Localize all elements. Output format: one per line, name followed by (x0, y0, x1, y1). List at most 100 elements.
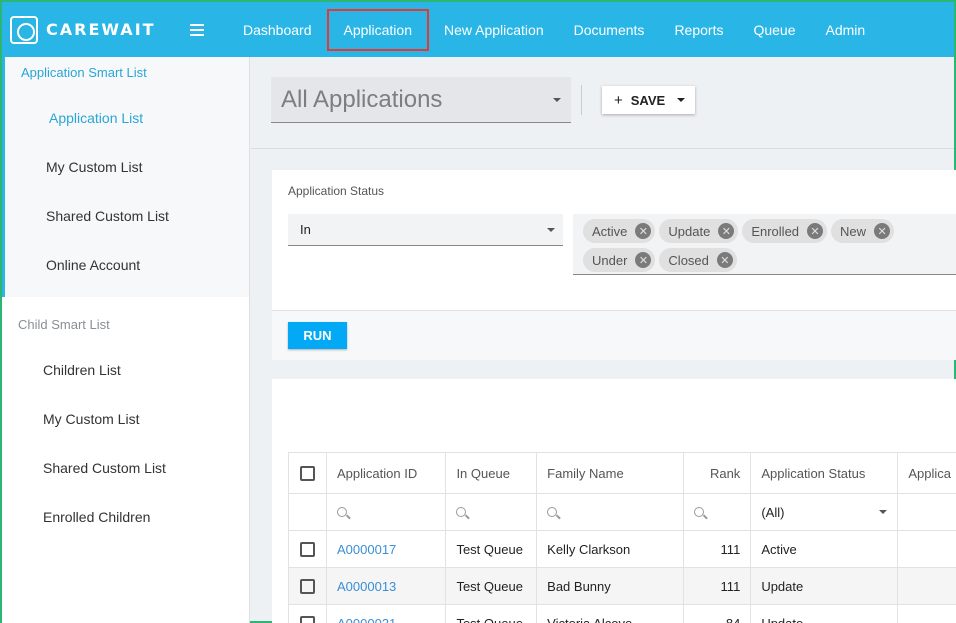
filter-cell[interactable] (536, 493, 684, 531)
select-all-cell (288, 452, 327, 494)
tag-label: Closed (668, 252, 709, 268)
family-cell: Victoria Alcove (536, 604, 684, 623)
run-button[interactable]: RUN (288, 322, 347, 349)
filter-panel: Application Status In Active ✕ Update ✕ En… (272, 170, 956, 360)
nav-new-application[interactable]: New Application (429, 9, 559, 51)
rank-cell: 111 (682, 530, 752, 568)
filter-row: (All) (288, 493, 956, 531)
filter-label: Application Status (288, 184, 385, 198)
filter-cell[interactable] (682, 493, 752, 531)
empty-cell (897, 567, 956, 605)
rank-cell: 84 (682, 604, 752, 623)
select-all-checkbox[interactable] (300, 466, 315, 482)
remove-tag-icon[interactable]: ✕ (635, 223, 652, 239)
sidebar-group-title[interactable]: Application Smart List (5, 57, 249, 93)
status-tag: Closed ✕ (659, 248, 737, 272)
nav-documents[interactable]: Documents (559, 9, 660, 51)
remove-tag-icon[interactable]: ✕ (635, 252, 652, 268)
sidebar-item-children-list[interactable]: Children List (2, 345, 249, 394)
sidebar-item-my-custom-list-children[interactable]: My Custom List (2, 394, 249, 443)
nav-dashboard[interactable]: Dashboard (228, 9, 327, 51)
operator-value: In (300, 222, 311, 237)
sidebar-group-applications: Application Smart List Application List … (2, 57, 249, 297)
application-id-link[interactable]: A0000017 (337, 542, 396, 557)
empty-cell (897, 530, 956, 568)
divider (581, 85, 582, 115)
operator-select[interactable]: In (288, 214, 563, 246)
filter-cell (897, 493, 956, 531)
results-grid: Application ID In Queue Family Name Rank… (272, 379, 956, 623)
empty-cell (897, 604, 956, 623)
col-application-id[interactable]: Application ID (325, 452, 447, 494)
nav-application[interactable]: Application (326, 8, 429, 51)
application-id-link[interactable]: A0000013 (337, 579, 396, 594)
dropdown-caret-icon (879, 510, 888, 514)
table-row[interactable]: A0000017 Test Queue Kelly Clarkson 111 A… (288, 530, 956, 568)
tag-label: New (840, 223, 867, 239)
status-cell: Update (750, 604, 899, 623)
search-icon (456, 506, 467, 517)
sidebar-item-enrolled-children[interactable]: Enrolled Children (2, 492, 249, 541)
nav-queue[interactable]: Queue (738, 9, 810, 51)
sidebar-item-online-account[interactable]: Online Account (5, 240, 249, 289)
filter-cell[interactable] (445, 493, 538, 531)
nav-reports[interactable]: Reports (659, 9, 738, 51)
brand-logo[interactable]: CAREWAIT (2, 15, 182, 44)
remove-tag-icon[interactable]: ✕ (718, 223, 735, 239)
table-row[interactable]: A0000013 Test Queue Bad Bunny 111 Update (288, 567, 956, 605)
tag-label: Update (668, 223, 711, 239)
row-checkbox[interactable] (300, 579, 315, 595)
nav-admin[interactable]: Admin (811, 9, 881, 51)
tag-label: Enrolled (751, 223, 800, 239)
queue-cell: Test Queue (445, 567, 538, 605)
family-cell: Bad Bunny (536, 567, 684, 605)
top-nav-bar: CAREWAIT Dashboard Application New Appli… (2, 2, 954, 57)
remove-tag-icon[interactable]: ✕ (874, 223, 891, 239)
tag-label: Active (592, 223, 628, 239)
menu-icon[interactable] (190, 21, 204, 39)
sidebar-item-shared-custom-list[interactable]: Shared Custom List (5, 191, 249, 240)
status-cell: Active (750, 530, 899, 568)
main-nav: Dashboard Application New Application Do… (228, 2, 880, 57)
view-select-value: All Applications (281, 85, 443, 113)
status-filter-cell[interactable]: (All) (750, 493, 899, 531)
sidebar-group-children: Child Smart List Children List My Custom… (2, 297, 249, 541)
queue-cell: Test Queue (445, 530, 538, 568)
filter-cell[interactable] (325, 493, 447, 531)
search-icon (337, 506, 347, 517)
carewait-logo-icon (10, 15, 38, 44)
col-rank[interactable]: Rank (682, 452, 752, 494)
status-tag: New ✕ (831, 219, 895, 243)
divider (251, 148, 954, 149)
application-id-link[interactable]: A0000031 (337, 616, 396, 623)
remove-tag-icon[interactable]: ✕ (807, 223, 824, 239)
plus-icon: + (614, 91, 623, 109)
applications-table: Application ID In Queue Family Name Rank… (288, 452, 956, 623)
sidebar-item-application-list[interactable]: Application List (5, 93, 249, 142)
sidebar: Application Smart List Application List … (2, 57, 250, 623)
save-label: SAVE (630, 92, 666, 108)
sidebar-item-shared-custom-list-children[interactable]: Shared Custom List (2, 443, 249, 492)
main-content: All Applications + SAVE Application Stat… (251, 57, 956, 623)
dropdown-caret-icon (547, 227, 555, 232)
col-family-name[interactable]: Family Name (536, 452, 684, 494)
col-application-status[interactable]: Application Status (750, 452, 899, 494)
row-checkbox[interactable] (300, 616, 315, 623)
row-checkbox[interactable] (300, 542, 315, 558)
sidebar-item-my-custom-list[interactable]: My Custom List (5, 142, 249, 191)
dropdown-caret-icon (553, 97, 561, 102)
search-icon (693, 506, 704, 517)
status-tag-input[interactable]: Active ✕ Update ✕ Enrolled ✕ New ✕ Under ✕ Cl… (573, 214, 956, 275)
col-in-queue[interactable]: In Queue (445, 452, 538, 494)
status-tag: Under ✕ (583, 248, 656, 272)
sidebar-group-title[interactable]: Child Smart List (2, 309, 249, 345)
save-button[interactable]: + SAVE (602, 86, 696, 114)
filter-cell (288, 493, 327, 531)
dropdown-caret-icon (677, 98, 686, 102)
view-select[interactable]: All Applications (271, 77, 571, 123)
run-bar: RUN (272, 310, 956, 360)
col-application-more[interactable]: Applica (897, 452, 956, 494)
table-row[interactable]: A0000031 Test Queue Victoria Alcove 84 U… (288, 604, 956, 623)
remove-tag-icon[interactable]: ✕ (716, 252, 733, 268)
tag-label: Under (592, 252, 628, 268)
